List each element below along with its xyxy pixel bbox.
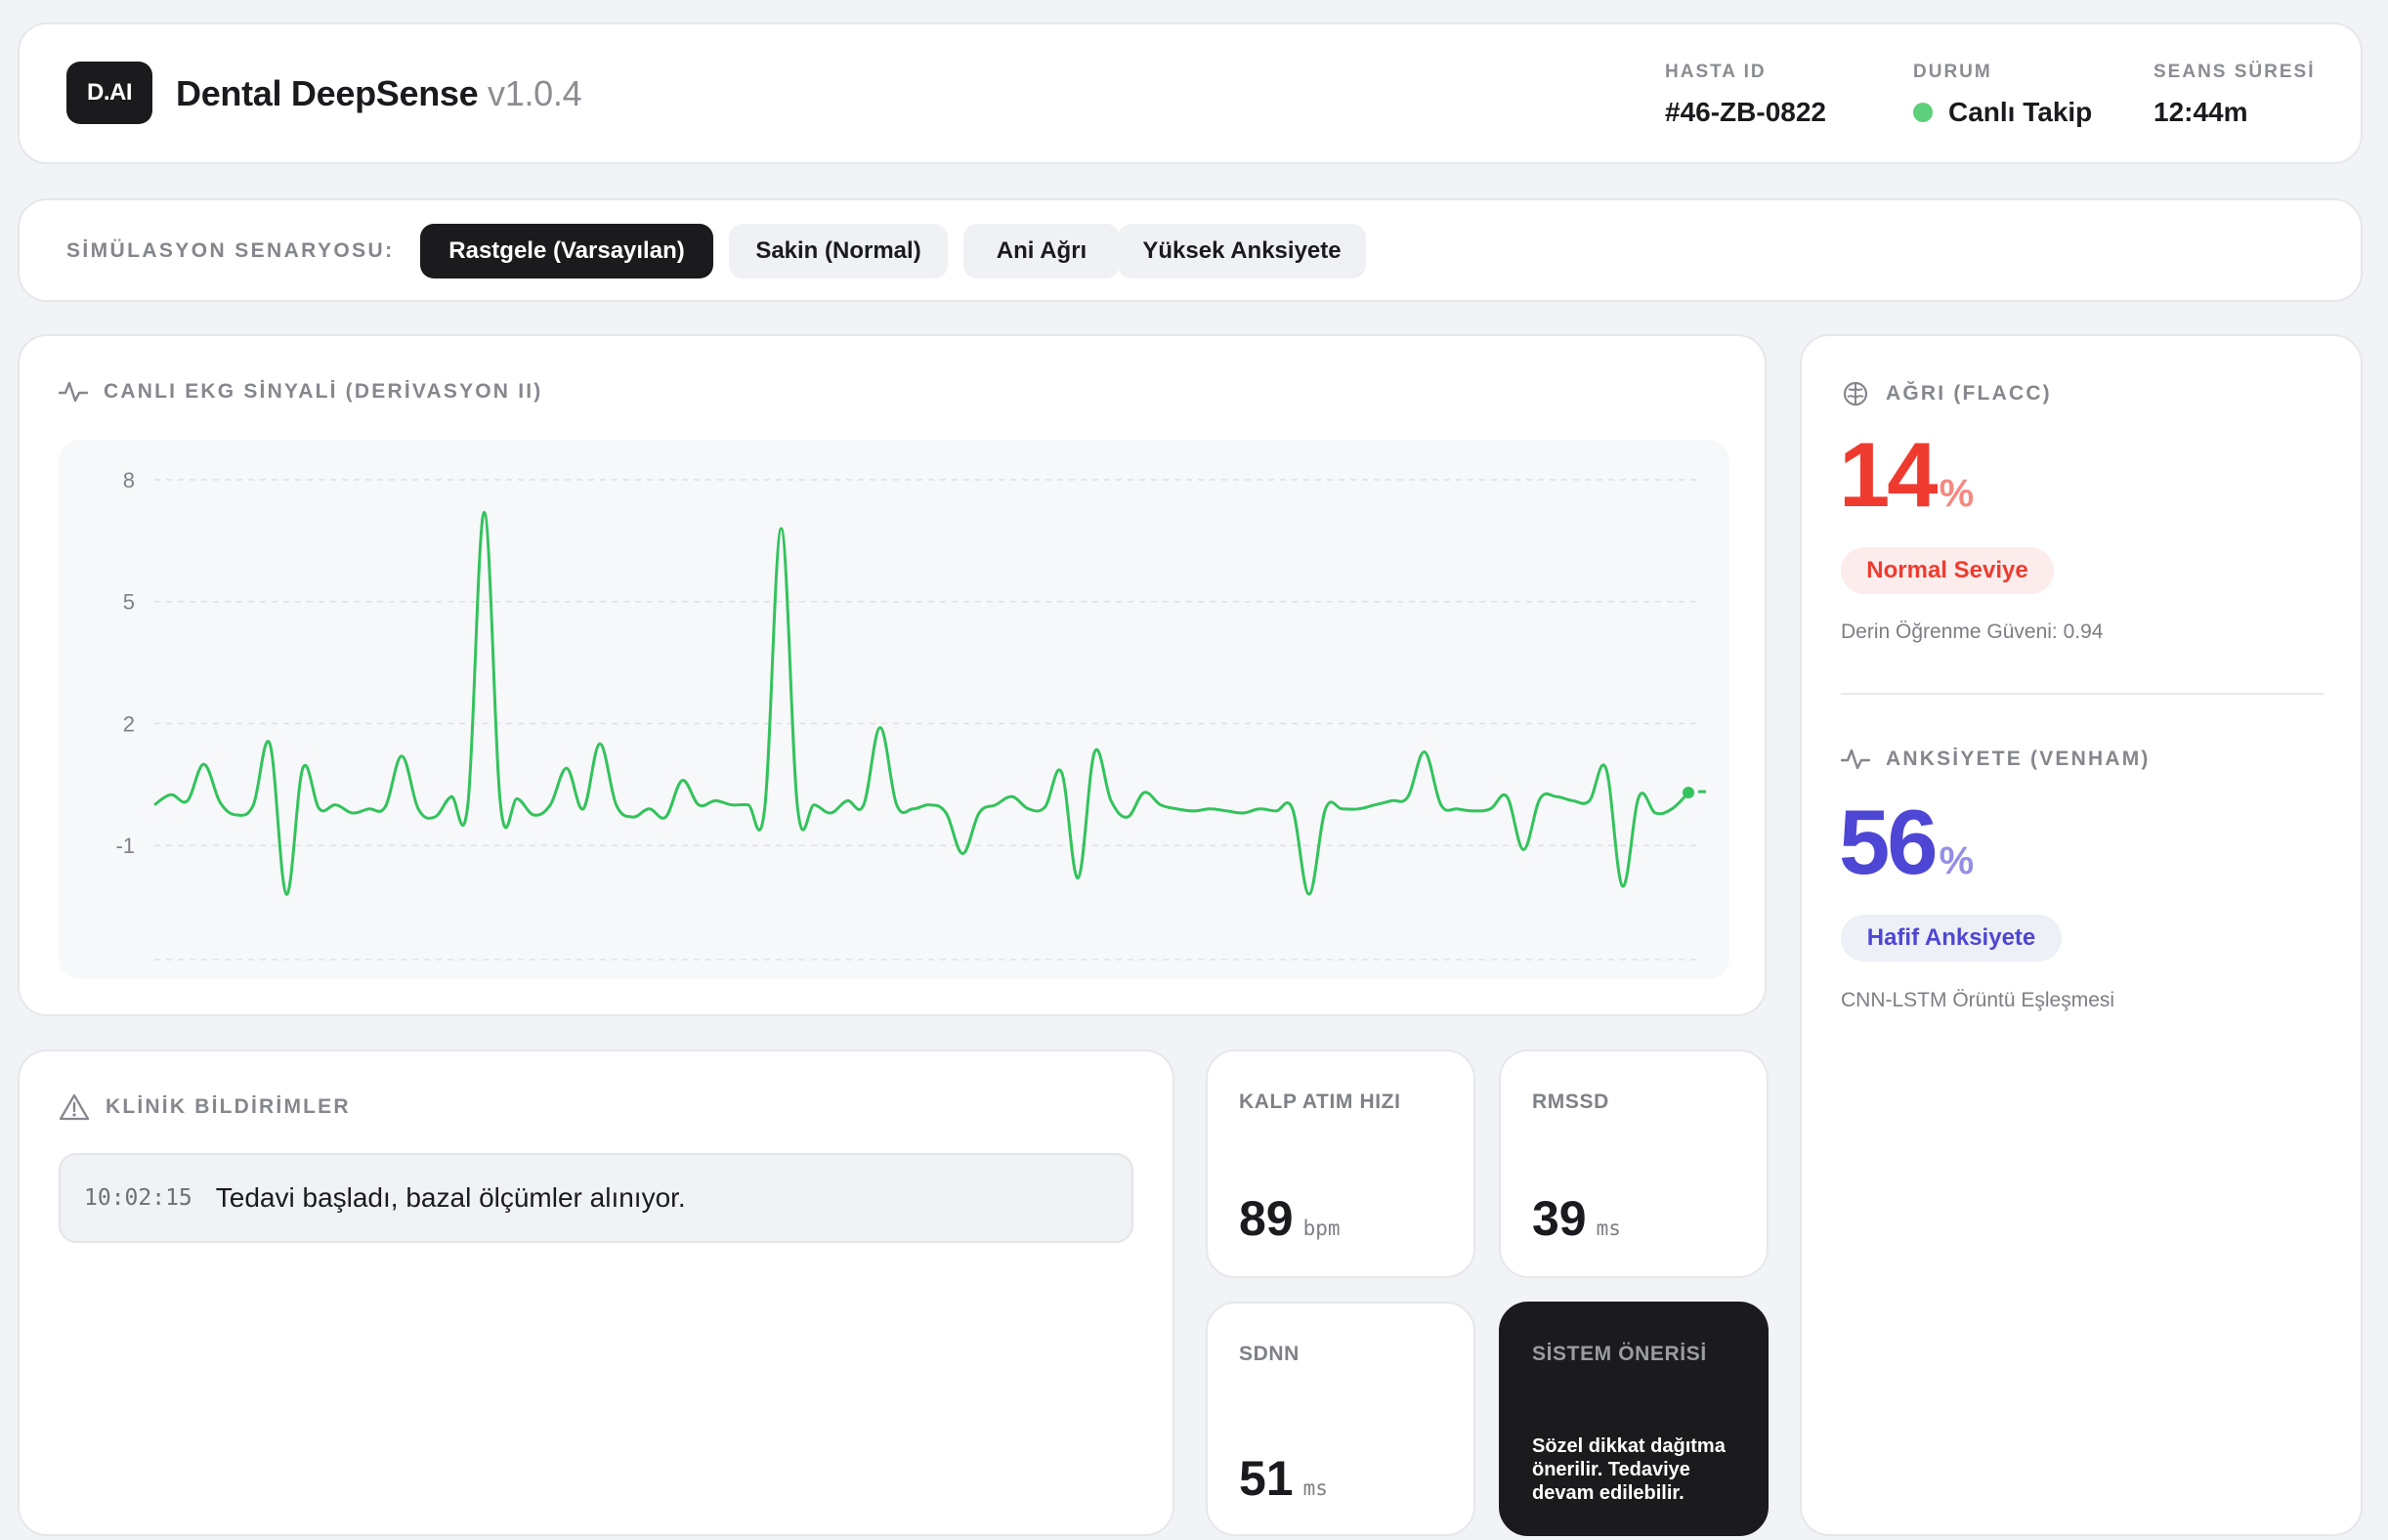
recommendation-text: Sözel dikkat dağıtma önerilir. Tedaviye … <box>1532 1435 1726 1504</box>
anxiety-unit: % <box>1939 839 1975 882</box>
ecg-chart: -1 2 5 8 <box>115 468 1706 961</box>
heart-rate-value: 89 bpm <box>1239 1190 1341 1247</box>
app-header: D.AI Dental DeepSense v1.0.4 HASTA ID #4… <box>18 22 2363 164</box>
warning-icon <box>59 1093 90 1121</box>
scenario-label: SİMÜLASYON SENARYOSU: <box>66 239 395 262</box>
ecg-y-tick-label: 8 <box>123 468 135 492</box>
rmssd-label: RMSSD <box>1532 1091 1609 1113</box>
alerts-title-text: KLİNİK BİLDİRİMLER <box>106 1095 351 1118</box>
sdnn-label: SDNN <box>1239 1343 1300 1365</box>
anxiety-number: 56 <box>1839 791 1939 893</box>
app-title: Dental DeepSense v1.0.4 <box>176 73 582 114</box>
sdnn-value: 51 ms <box>1239 1450 1328 1507</box>
scores-card: AĞRI (FLACC) 14% Normal Seviye Derin Öğr… <box>1800 334 2363 1536</box>
scenario-sudden-pain-button[interactable]: Ani Ağrı <box>963 224 1120 278</box>
pain-number: 14 <box>1839 423 1939 526</box>
pain-level-badge: Normal Seviye <box>1841 547 2054 594</box>
status-text: Canlı Takip <box>1948 97 2093 127</box>
ecg-title: CANLI EKG SİNYALİ (DERİVASYON II) <box>59 379 542 405</box>
rmssd-tile: RMSSD 39 ms <box>1499 1049 1769 1278</box>
pain-title: AĞRI (FLACC) <box>1841 379 2052 408</box>
pain-confidence: Derin Öğrenme Güveni: 0.94 <box>1841 620 2104 643</box>
patient-id-value: #46-ZB-0822 <box>1665 97 1826 127</box>
ecg-y-tick-label: 2 <box>123 711 135 736</box>
anxiety-level-badge: Hafif Anksiyete <box>1841 915 2062 962</box>
clinical-alerts-card: KLİNİK BİLDİRİMLER 10:02:15 Tedavi başla… <box>18 1049 1174 1536</box>
rmssd-number: 39 <box>1532 1191 1587 1246</box>
status-block: DURUM Canlı Takip <box>1913 62 2092 128</box>
status-value: Canlı Takip <box>1913 97 2092 128</box>
ecg-live-point <box>1683 787 1694 799</box>
alerts-title: KLİNİK BİLDİRİMLER <box>59 1092 351 1122</box>
brain-icon <box>1843 381 1868 406</box>
anxiety-title-text: ANKSİYETE (VENHAM) <box>1886 748 2151 770</box>
alert-time: 10:02:15 <box>84 1185 192 1211</box>
sdnn-unit: ms <box>1302 1476 1328 1500</box>
status-dot-icon <box>1913 103 1933 122</box>
rmssd-value: 39 ms <box>1532 1190 1621 1247</box>
ecg-card: CANLI EKG SİNYALİ (DERİVASYON II) -1 2 5 8 <box>18 334 1767 1016</box>
pain-title-text: AĞRI (FLACC) <box>1886 382 2052 405</box>
ecg-title-text: CANLI EKG SİNYALİ (DERİVASYON II) <box>104 380 543 403</box>
scenario-bar: SİMÜLASYON SENARYOSU: Rastgele (Varsayıl… <box>18 198 2363 302</box>
alert-text: Tedavi başladı, bazal ölçümler alınıyor. <box>215 1182 686 1213</box>
system-recommendation-tile: SİSTEM ÖNERİSİ Sözel dikkat dağıtma öner… <box>1499 1302 1769 1536</box>
scenario-high-anxiety-button[interactable]: Yüksek Anksiyete <box>1118 224 1366 278</box>
ecg-y-tick-label: 5 <box>123 590 135 615</box>
pain-value: 14% <box>1839 422 1974 528</box>
pulse-icon <box>1841 749 1870 770</box>
session-block: SEANS SÜRESİ 12:44m <box>2153 62 2315 128</box>
anxiety-value: 56% <box>1839 790 1974 895</box>
app-logo: D.AI <box>66 62 152 124</box>
section-divider <box>1841 693 2324 695</box>
session-label: SEANS SÜRESİ <box>2153 62 2316 82</box>
heart-rate-tile: KALP ATIM HIZI 89 bpm <box>1206 1049 1475 1278</box>
app-version: v1.0.4 <box>488 73 582 113</box>
ecg-plot: -1 2 5 8 <box>59 440 1729 979</box>
status-label: DURUM <box>1913 62 1992 82</box>
pain-unit: % <box>1939 472 1975 515</box>
patient-id-block: HASTA ID #46-ZB-0822 <box>1665 62 1826 128</box>
heart-rate-unit: bpm <box>1302 1217 1341 1240</box>
heart-rate-label: KALP ATIM HIZI <box>1239 1091 1401 1113</box>
session-value: 12:44m <box>2153 97 2248 127</box>
anxiety-note: CNN-LSTM Örüntü Eşleşmesi <box>1841 989 2115 1011</box>
ecg-y-tick-label: -1 <box>115 834 135 858</box>
app-name: Dental DeepSense <box>176 73 479 113</box>
pulse-icon <box>59 381 88 403</box>
sdnn-number: 51 <box>1239 1451 1294 1506</box>
scenario-calm-button[interactable]: Sakin (Normal) <box>729 224 948 278</box>
heart-rate-number: 89 <box>1239 1191 1294 1246</box>
sdnn-tile: SDNN 51 ms <box>1206 1302 1475 1536</box>
alert-item: 10:02:15 Tedavi başladı, bazal ölçümler … <box>59 1153 1133 1243</box>
ecg-signal-line <box>153 510 1690 896</box>
anxiety-title: ANKSİYETE (VENHAM) <box>1841 747 2151 772</box>
patient-id-label: HASTA ID <box>1665 62 1767 82</box>
scenario-random-button[interactable]: Rastgele (Varsayılan) <box>420 224 713 278</box>
recommendation-label: SİSTEM ÖNERİSİ <box>1532 1343 1707 1365</box>
rmssd-unit: ms <box>1596 1217 1621 1240</box>
